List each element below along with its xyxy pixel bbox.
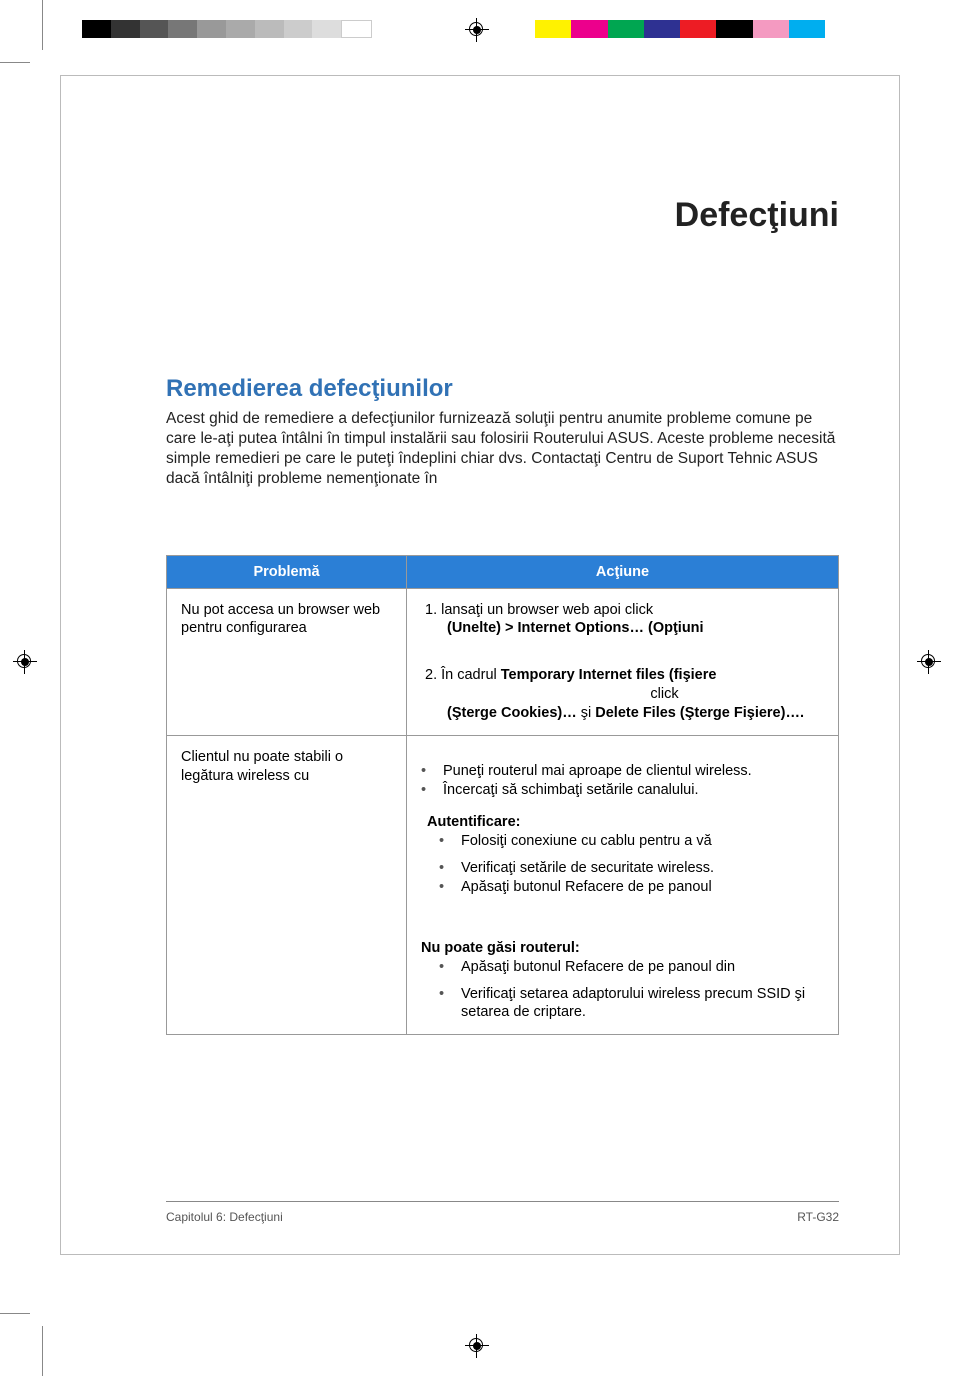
list-item: •Verificaţi setările de securitate wirel… bbox=[439, 859, 824, 878]
registration-mark-icon bbox=[917, 650, 941, 674]
step-2: 2. În cadrul Temporary Internet files (f… bbox=[425, 666, 824, 723]
list-item: •Încercaţi să schimbaţi setările canalul… bbox=[421, 781, 824, 800]
crop-mark bbox=[0, 62, 30, 63]
list-item: •Apăsaţi butonul Refacere de pe panoul d… bbox=[439, 958, 824, 977]
step-text: 1. lansaţi un browser web apoi click bbox=[425, 602, 653, 618]
list-item: •Folosiţi conexiune cu cablu pentru a vă bbox=[439, 832, 824, 851]
action-cell: •Puneţi routerul mai aproape de clientul… bbox=[407, 735, 839, 1034]
problem-cell: Clientul nu poate stabili o legătura wir… bbox=[167, 735, 407, 1034]
list-item: •Apăsaţi butonul Refacere de pe panoul bbox=[439, 878, 824, 897]
crop-mark bbox=[42, 0, 43, 50]
sub-heading: Nu poate găsi routerul: bbox=[421, 939, 824, 958]
registration-mark-icon bbox=[465, 1334, 489, 1358]
step-1: 1. lansaţi un browser web apoi click (Un… bbox=[425, 601, 824, 639]
list-item: •Verificaţi setarea adaptorului wireless… bbox=[439, 985, 824, 1023]
step-text: şi bbox=[577, 705, 596, 721]
step-bold: Temporary Internet files (fişiere bbox=[501, 667, 717, 683]
registration-mark-icon bbox=[13, 650, 37, 674]
page: Defecţiuni Remedierea defecţiunilor Aces… bbox=[0, 0, 954, 1376]
step-bold: (Şterge Cookies)… bbox=[447, 705, 577, 721]
action-cell: 1. lansaţi un browser web apoi click (Un… bbox=[407, 588, 839, 735]
intro-paragraph: Acest ghid de remediere a defecţiunilor … bbox=[166, 409, 839, 490]
problem-cell: Nu pot accesa un browser web pentru conf… bbox=[167, 588, 407, 735]
chapter-title: Defecţiuni bbox=[61, 196, 839, 235]
table-row: Clientul nu poate stabili o legătura wir… bbox=[167, 735, 839, 1034]
sub-heading: Autentificare: bbox=[427, 813, 824, 832]
page-footer: Capitolul 6: Defecţiuni RT-G32 bbox=[166, 1201, 839, 1224]
troubleshooting-table: Problemă Acţiune Nu pot accesa un browse… bbox=[166, 555, 839, 1036]
crop-mark bbox=[0, 1313, 30, 1314]
crop-mark bbox=[42, 1326, 43, 1376]
table-header-action: Acţiune bbox=[407, 555, 839, 588]
section-title: Remedierea defecţiunilor bbox=[166, 375, 839, 403]
step-text: click bbox=[505, 685, 824, 704]
table-header-problem: Problemă bbox=[167, 555, 407, 588]
step-line: (Şterge Cookies)… şi Delete Files (Şterg… bbox=[447, 704, 824, 723]
step-bold: (Unelte) > Internet Options… (Opţiuni bbox=[447, 620, 704, 636]
footer-model: RT-G32 bbox=[797, 1210, 839, 1224]
list-item: •Puneţi routerul mai aproape de clientul… bbox=[421, 762, 824, 781]
registration-mark-icon bbox=[465, 18, 489, 42]
section: Remedierea defecţiunilor Acest ghid de r… bbox=[166, 375, 839, 1035]
table-row: Nu pot accesa un browser web pentru conf… bbox=[167, 588, 839, 735]
color-swatch-bar bbox=[535, 20, 825, 38]
footer-chapter: Capitolul 6: Defecţiuni bbox=[166, 1210, 283, 1224]
page-content: Defecţiuni Remedierea defecţiunilor Aces… bbox=[60, 75, 900, 1255]
grayscale-bar bbox=[82, 20, 372, 38]
step-text: 2. În cadrul bbox=[425, 667, 501, 683]
step-bold: Delete Files (Şterge Fişiere)…. bbox=[595, 705, 804, 721]
